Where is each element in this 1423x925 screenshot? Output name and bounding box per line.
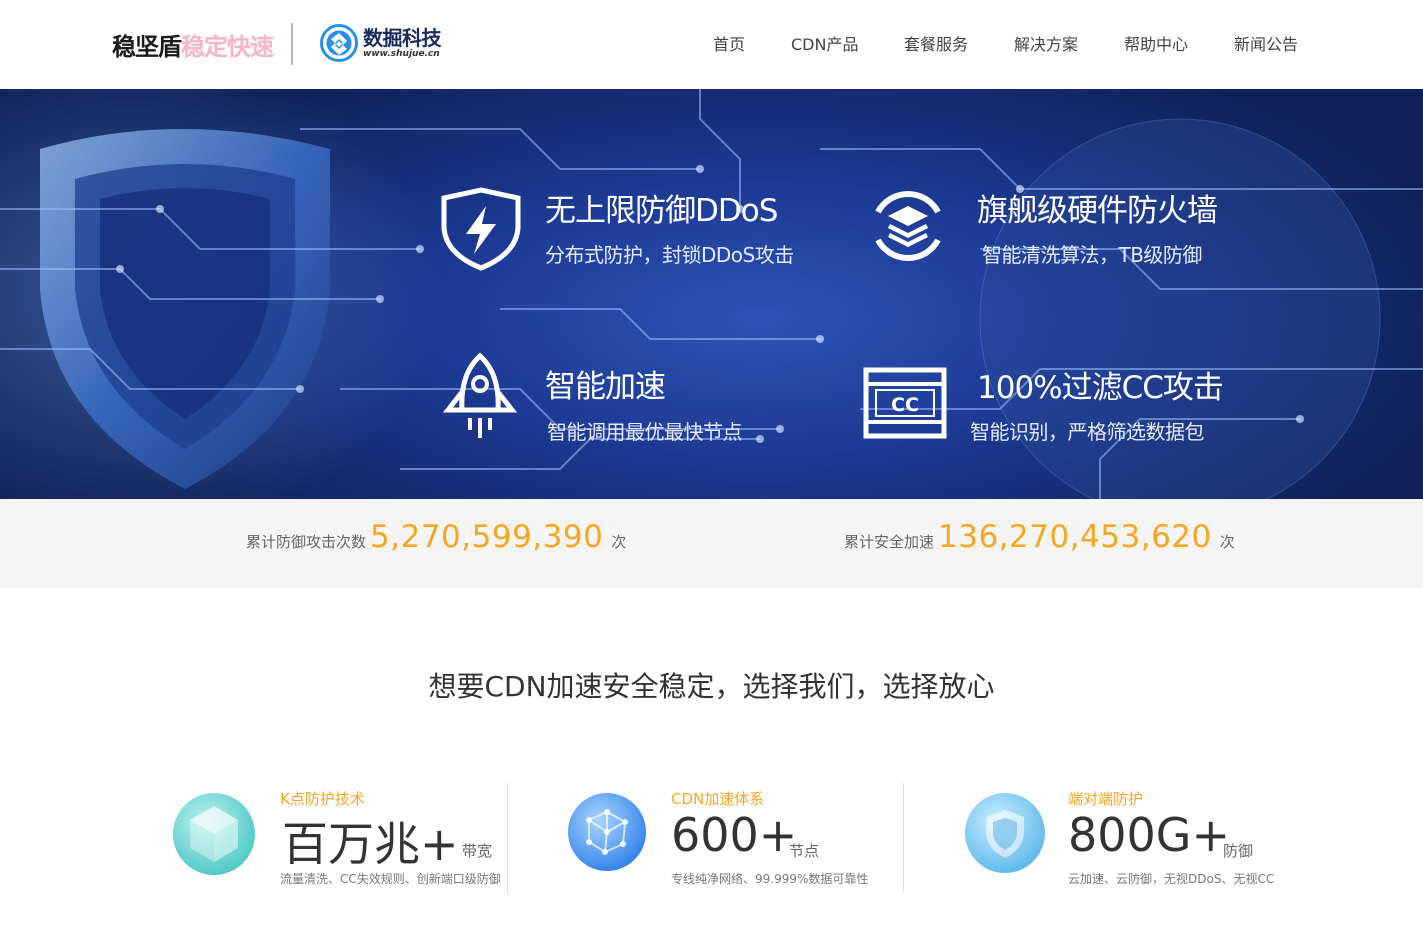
- card-end-to-end[interactable]: 端对端防护 800G+ 防御 云加速、云防御，无视DDoS、无视CC: [964, 780, 1294, 895]
- main-nav: 首页 CDN产品 套餐服务 解决方案 帮助中心 新闻公告: [0, 31, 1423, 55]
- site-header: 稳坚盾 稳定快速 数掘科技 www.shujue.cn 首页 CDN产品 套餐服…: [0, 0, 1423, 89]
- nav-item-help-center[interactable]: 帮助中心: [1124, 31, 1188, 55]
- stat-label: 累计安全加速: [844, 533, 935, 551]
- layers-icon: [875, 191, 941, 261]
- card-divider: [507, 783, 508, 893]
- feature-ddos-subtitle: 分布式防护，封锁DDoS攻击: [545, 243, 794, 267]
- card-category: CDN加速体系: [671, 790, 765, 808]
- shield-bolt-icon: [441, 187, 521, 271]
- feature-cc-subtitle: 智能识别，严格筛选数据包: [970, 420, 1205, 444]
- rocket-icon: [442, 352, 518, 438]
- stats-strip: 累计防御攻击次数 5,270,599,390 次 累计安全加速 136,270,…: [0, 499, 1423, 588]
- cc-icon: CC: [863, 367, 947, 439]
- stat-value: 5,270,599,390: [370, 519, 604, 555]
- stat-unit: 次: [611, 533, 627, 551]
- nav-item-cdn-products[interactable]: CDN产品: [791, 31, 858, 55]
- card-category: K点防护技术: [280, 790, 365, 808]
- shield-icon: [965, 793, 1045, 873]
- nav-item-packages[interactable]: 套餐服务: [904, 31, 968, 55]
- crystal-icon: [173, 793, 255, 875]
- card-description: 专线纯净网络、99.999%数据可靠性: [671, 872, 869, 886]
- feature-firewall-subtitle: 智能清洗算法，TB级防御: [982, 243, 1202, 267]
- nav-item-home[interactable]: 首页: [713, 31, 745, 55]
- card-value: 800G+: [1068, 808, 1230, 862]
- card-value: 百万兆+: [282, 817, 459, 871]
- stat-attacks-defended: 累计防御攻击次数 5,270,599,390 次: [246, 519, 626, 555]
- nav-item-news[interactable]: 新闻公告: [1234, 31, 1298, 55]
- hero-banner: 无上限防御DDoS 分布式防护，封锁DDoS攻击 旗舰级硬件防火墙 智能清洗算法…: [0, 89, 1423, 499]
- stat-secure-accelerations: 累计安全加速 136,270,453,620 次: [844, 519, 1235, 555]
- card-description: 云加速、云防御，无视DDoS、无视CC: [1068, 872, 1275, 886]
- card-cdn-system[interactable]: CDN加速体系 600+ 节点 专线纯净网络、99.999%数据可靠性: [567, 780, 903, 895]
- card-description: 流量清洗、CC失效规则、创新端口级防御: [280, 872, 501, 886]
- card-unit: 防御: [1223, 842, 1254, 860]
- feature-ddos-title: 无上限防御DDoS: [545, 193, 778, 229]
- card-category: 端对端防护: [1068, 790, 1144, 808]
- svg-text:CC: CC: [891, 394, 919, 416]
- feature-cc-title: 100%过滤CC攻击: [977, 370, 1224, 406]
- stat-label: 累计防御攻击次数: [246, 533, 367, 551]
- card-divider: [903, 783, 904, 893]
- feature-acceleration-subtitle: 智能调用最优最快节点: [547, 420, 743, 444]
- card-k-protection[interactable]: K点防护技术 百万兆+ 带宽 流量清洗、CC失效规则、创新端口级防御: [172, 780, 508, 895]
- feature-acceleration-title: 智能加速: [545, 369, 666, 405]
- stat-unit: 次: [1219, 533, 1235, 551]
- stat-value: 136,270,453,620: [938, 519, 1212, 555]
- nav-item-solutions[interactable]: 解决方案: [1014, 31, 1078, 55]
- feature-firewall-title: 旗舰级硬件防火墙: [977, 193, 1218, 229]
- feature-cards: K点防护技术 百万兆+ 带宽 流量清洗、CC失效规则、创新端口级防御 CDN加速…: [0, 780, 1423, 895]
- card-unit: 节点: [789, 842, 820, 860]
- card-unit: 带宽: [462, 842, 493, 860]
- network-sphere-icon: [568, 793, 646, 871]
- section-title: 想要CDN加速安全稳定，选择我们，选择放心: [428, 670, 995, 703]
- card-value: 600+: [671, 808, 798, 862]
